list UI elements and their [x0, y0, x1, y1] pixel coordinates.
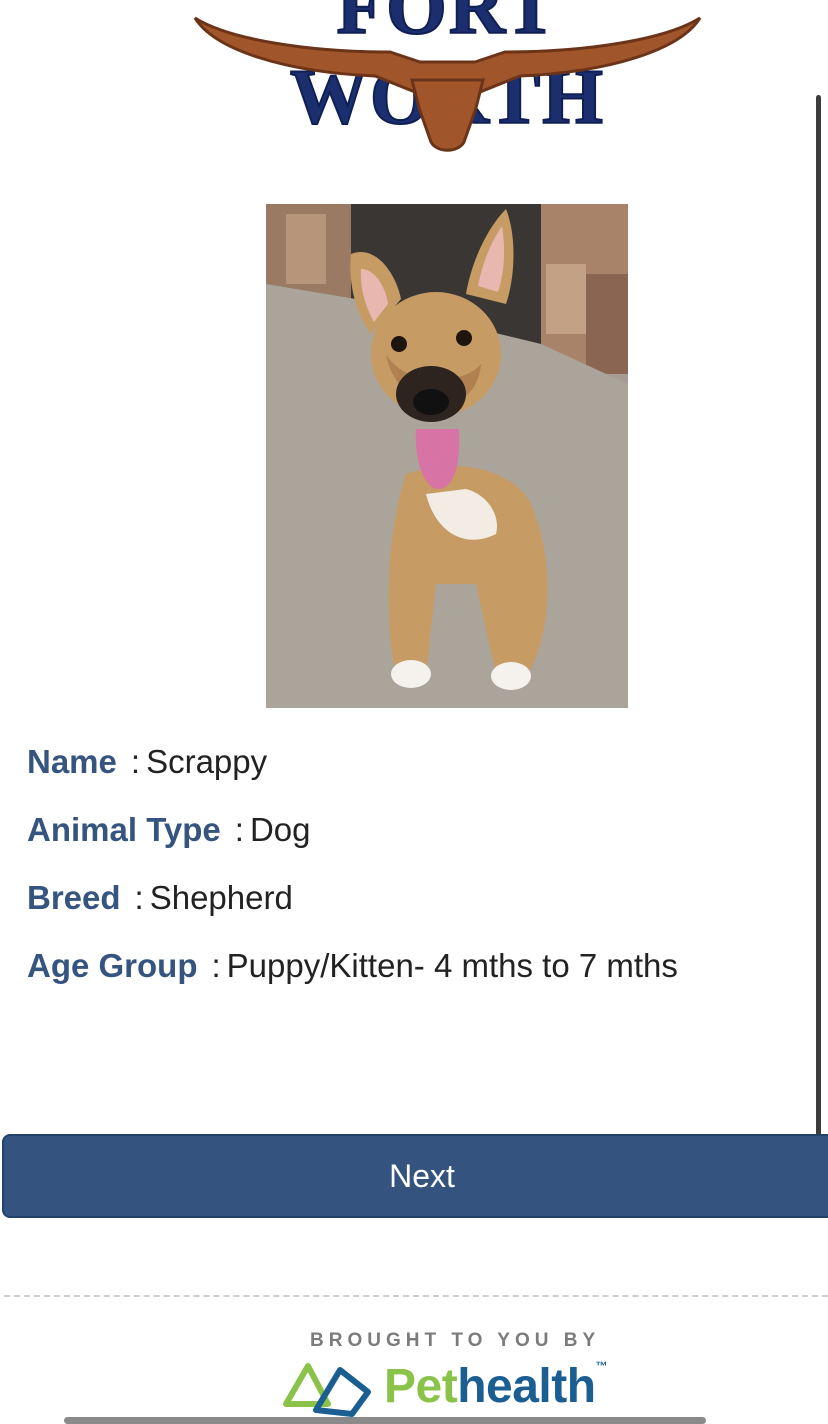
- field-separator: :: [130, 743, 141, 780]
- age-group-row: Age Group : Puppy/Kitten- 4 mths to 7 mt…: [27, 944, 678, 1012]
- field-separator: :: [134, 879, 144, 916]
- field-label: Age Group: [27, 947, 198, 984]
- field-value: Dog: [249, 811, 311, 848]
- pethealth-wordmark: Pethealth™: [384, 1358, 608, 1414]
- brought-to-you-by: BROUGHT TO YOU BY: [310, 1330, 601, 1351]
- brand-pet: Pet: [384, 1359, 458, 1413]
- next-button[interactable]: Next: [2, 1134, 828, 1218]
- field-separator: :: [234, 811, 244, 848]
- footer-divider: [4, 1295, 828, 1297]
- brand-health: health: [457, 1359, 596, 1413]
- longhorn-icon: [193, 16, 702, 152]
- home-indicator[interactable]: [64, 1417, 706, 1424]
- city-logo: FORT WORTH: [190, 0, 705, 160]
- pethealth-logo[interactable]: Pethealth™: [282, 1354, 608, 1418]
- animal-type-row: Animal Type : Dog: [27, 808, 678, 876]
- field-value: Scrappy: [146, 743, 268, 780]
- field-value: Puppy/Kitten- 4 mths to 7 mths: [226, 947, 678, 984]
- field-label: Breed: [27, 879, 121, 916]
- pet-name-row: Name : Scrappy: [27, 740, 678, 808]
- pet-detail-page: FORT WORTH: [0, 0, 828, 1424]
- field-label: Animal Type: [27, 811, 221, 848]
- breed-row: Breed : Shepherd: [27, 876, 678, 944]
- pethealth-paws-icon: [283, 1363, 371, 1417]
- trademark: ™: [595, 1358, 608, 1373]
- field-value: Shepherd: [149, 879, 293, 916]
- scrollbar[interactable]: [816, 95, 821, 1210]
- field-label: Name: [27, 743, 117, 780]
- pet-photo: [266, 204, 628, 708]
- pet-info: Name : Scrappy Animal Type : Dog Breed :…: [27, 740, 678, 1012]
- field-separator: :: [211, 947, 221, 984]
